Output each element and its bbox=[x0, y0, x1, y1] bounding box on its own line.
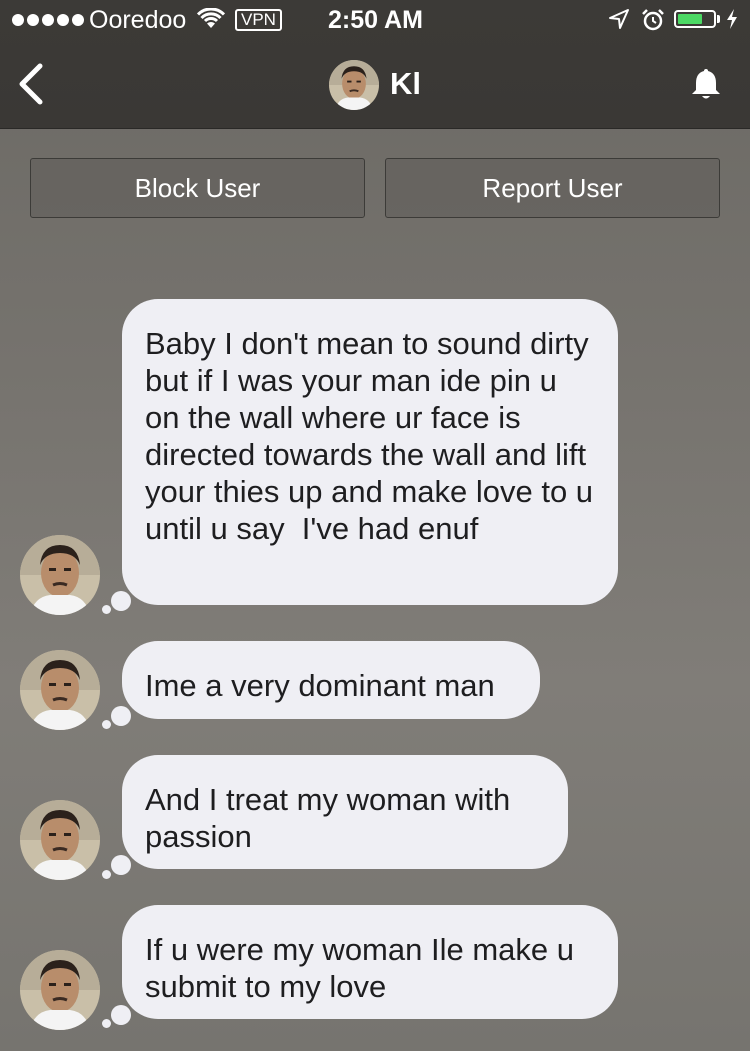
sender-avatar[interactable] bbox=[20, 950, 100, 1030]
message-bubble[interactable]: And I treat my woman with passion bbox=[122, 755, 568, 869]
report-user-button[interactable]: Report User bbox=[385, 158, 720, 218]
bubble-tail-dot bbox=[102, 870, 111, 879]
bubble-tail-dot bbox=[102, 605, 111, 614]
page-title: Kl bbox=[390, 66, 421, 101]
notification-bell-button[interactable] bbox=[688, 66, 724, 107]
battery-tip bbox=[717, 15, 720, 23]
bubble-tail bbox=[111, 1005, 131, 1025]
bubble-tail bbox=[111, 591, 131, 611]
charging-bolt-icon bbox=[725, 8, 739, 37]
bubble-tail bbox=[111, 706, 131, 726]
status-time: 2:50 AM bbox=[328, 6, 423, 34]
vpn-badge: VPN bbox=[235, 9, 282, 31]
wifi-icon bbox=[196, 7, 226, 37]
message-bubble[interactable]: Baby I don't mean to sound dirty but if … bbox=[122, 299, 618, 605]
bubble-tail bbox=[111, 855, 131, 875]
message-bubble[interactable]: If u were my woman Ile make u submit to … bbox=[122, 905, 618, 1019]
battery-icon bbox=[674, 10, 716, 28]
sender-avatar[interactable] bbox=[20, 800, 100, 880]
navigation-header: Ooredoo VPN 2:50 AM Kl bbox=[0, 0, 750, 129]
message-bubble[interactable]: Ime a very dominant man bbox=[122, 641, 540, 719]
bubble-tail-dot bbox=[102, 720, 111, 729]
block-user-button[interactable]: Block User bbox=[30, 158, 365, 218]
signal-strength-icon bbox=[12, 14, 84, 26]
location-arrow-icon bbox=[608, 8, 630, 37]
alarm-clock-icon bbox=[641, 8, 665, 39]
status-bar: Ooredoo VPN 2:50 AM bbox=[0, 0, 750, 40]
carrier-name: Ooredoo bbox=[89, 6, 187, 34]
chevron-left-icon bbox=[19, 63, 43, 105]
sender-avatar[interactable] bbox=[20, 650, 100, 730]
contact-avatar[interactable] bbox=[329, 60, 379, 110]
bell-icon bbox=[692, 69, 720, 99]
back-button[interactable] bbox=[14, 62, 54, 106]
bubble-tail-dot bbox=[102, 1019, 111, 1028]
sender-avatar[interactable] bbox=[20, 535, 100, 615]
